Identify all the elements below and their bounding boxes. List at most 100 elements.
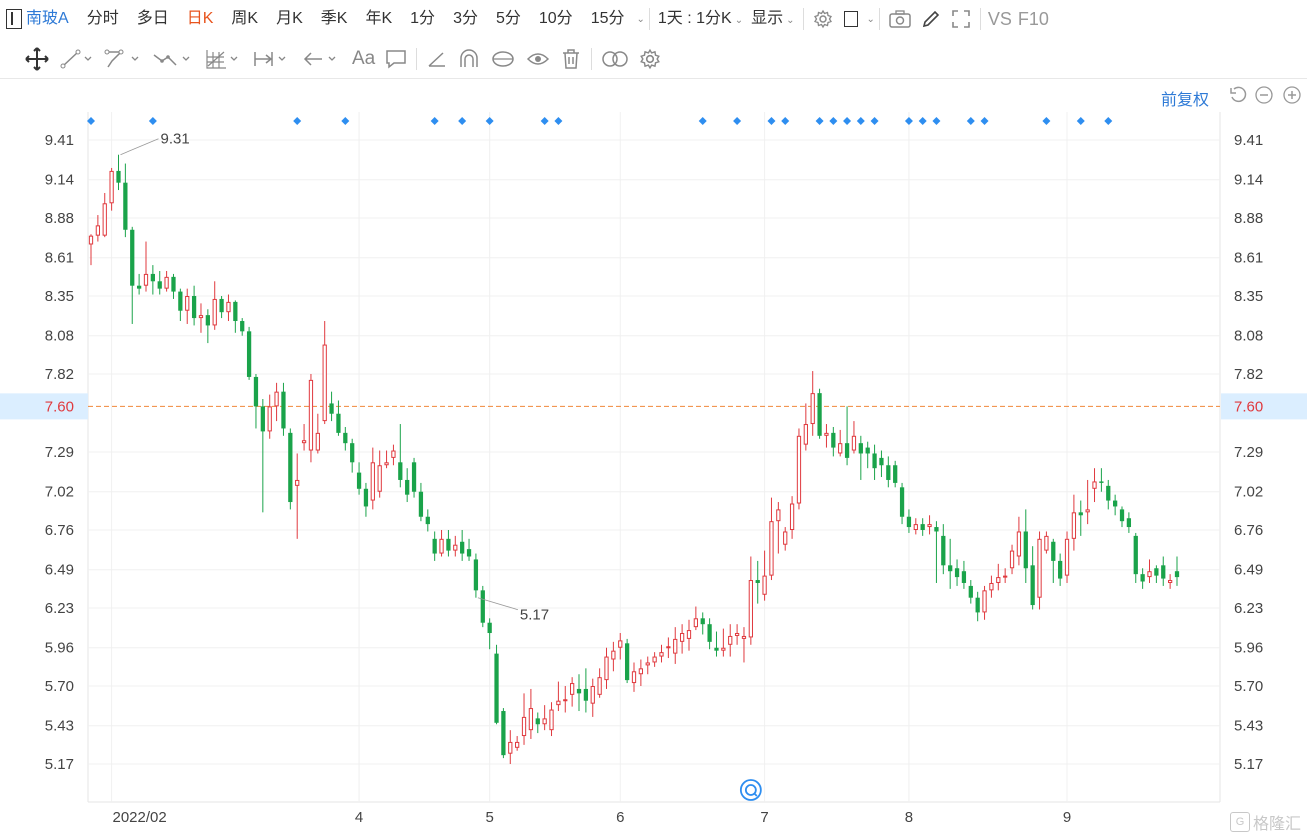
candle-body <box>1009 550 1015 569</box>
candle-body <box>329 403 334 414</box>
candle <box>466 538 472 561</box>
event-marker-icon <box>293 117 302 125</box>
candle <box>872 444 877 480</box>
candle <box>521 693 527 745</box>
candle <box>315 413 320 454</box>
candle-body <box>343 432 348 444</box>
candle <box>260 399 265 513</box>
zoom-out-icon[interactable] <box>1255 86 1273 104</box>
candle-body <box>1085 509 1090 513</box>
y-tick-label-left: 6.76 <box>45 522 74 539</box>
candle-body <box>659 652 664 657</box>
candle-body <box>1071 512 1077 539</box>
undo-icon[interactable] <box>1229 86 1247 104</box>
candle <box>755 560 760 604</box>
candle <box>721 628 726 657</box>
candle <box>666 637 671 659</box>
event-marker-icon <box>1104 117 1113 125</box>
candle <box>432 531 437 561</box>
candle <box>1140 568 1145 589</box>
y-tick-label-right: 7.02 <box>1234 484 1263 501</box>
candle <box>934 521 939 583</box>
event-marker-icon <box>966 117 975 125</box>
candle <box>233 300 238 333</box>
candle <box>370 447 375 510</box>
event-marker-icon <box>870 117 879 125</box>
candle <box>893 460 898 488</box>
candle <box>1133 532 1138 583</box>
x-tick-label: 6 <box>616 809 624 826</box>
candle-body <box>480 590 485 623</box>
adjust-toggle[interactable]: 前复权 <box>1161 86 1209 110</box>
candle <box>563 686 568 713</box>
candle-body <box>652 656 657 663</box>
candle-body <box>356 472 362 489</box>
candle <box>535 712 540 734</box>
candle <box>473 553 479 598</box>
candle <box>583 668 589 713</box>
x-tick-label: 8 <box>905 809 913 826</box>
candle-body <box>803 424 808 445</box>
candle <box>728 624 733 657</box>
candle <box>886 456 891 488</box>
x-tick-label: 4 <box>355 809 363 826</box>
candle <box>769 497 774 581</box>
candle-body <box>776 509 781 522</box>
event-marker-icon <box>829 117 838 125</box>
y-tick-label-right: 5.43 <box>1234 718 1263 735</box>
candle-body <box>494 653 499 723</box>
candlestick-chart[interactable]: 9.41 9.41 9.14 9.14 8.88 8.88 8.61 8.61 8.35 8.35… <box>0 0 1307 840</box>
candle <box>1113 494 1118 516</box>
event-marker-icon <box>932 117 941 125</box>
candle-body <box>927 524 932 528</box>
candle-body <box>130 229 135 286</box>
candle-body <box>734 633 740 636</box>
candle <box>308 374 314 463</box>
zoom-in-icon[interactable] <box>1283 86 1301 104</box>
candle <box>810 371 815 436</box>
event-marker-icon <box>1042 117 1051 125</box>
candle <box>941 524 946 575</box>
candle <box>783 527 788 551</box>
candle-body <box>844 443 850 458</box>
candle <box>274 382 279 422</box>
event-marker-icon <box>554 117 563 125</box>
candle-body <box>288 432 293 503</box>
candle <box>130 226 135 324</box>
candle <box>226 294 231 322</box>
candle-body <box>831 432 836 448</box>
event-marker-icon <box>781 117 790 125</box>
candle <box>618 633 623 660</box>
candle-body <box>913 524 918 531</box>
candle-body <box>439 538 444 554</box>
candle <box>240 318 245 336</box>
candle-body <box>769 521 774 576</box>
candle <box>88 234 94 266</box>
candle <box>542 705 547 731</box>
candle <box>198 303 204 333</box>
candle-body <box>198 315 204 319</box>
candle-body <box>1092 481 1097 489</box>
candle-body <box>136 285 142 289</box>
candle <box>480 585 485 628</box>
candle <box>1030 546 1035 610</box>
candle <box>515 736 520 751</box>
candle <box>968 580 973 604</box>
candle <box>102 192 107 238</box>
candle-body <box>226 301 231 313</box>
candle <box>796 428 802 510</box>
candle <box>1003 568 1008 583</box>
candle-body <box>363 488 369 507</box>
candle <box>989 575 994 598</box>
event-marker-icon <box>856 117 865 125</box>
candle-body <box>810 393 815 425</box>
candle <box>693 606 698 631</box>
candle-body <box>391 450 396 458</box>
candle <box>899 482 905 525</box>
candle-body <box>185 296 190 311</box>
candle <box>948 538 953 589</box>
y-tick-label-right: 8.08 <box>1234 328 1263 345</box>
y-tick-label-left: 8.35 <box>45 288 74 305</box>
candle-body <box>425 516 430 525</box>
candle <box>460 530 465 561</box>
